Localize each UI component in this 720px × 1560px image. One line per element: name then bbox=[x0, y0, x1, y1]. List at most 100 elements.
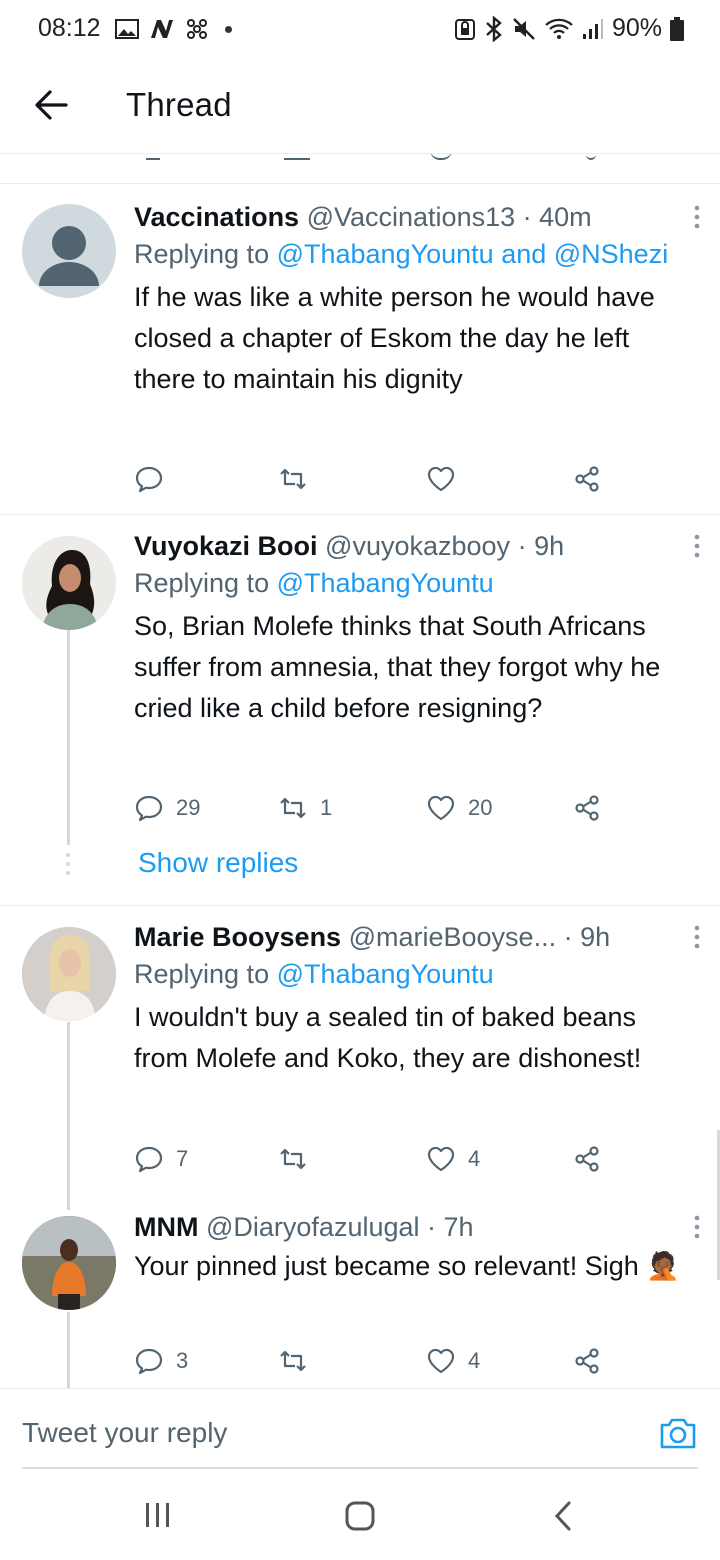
avatar[interactable] bbox=[22, 927, 116, 1021]
tweet-text: Your pinned just became so relevant! Sig… bbox=[134, 1251, 680, 1281]
author-handle[interactable]: @Vaccinations13 bbox=[307, 202, 516, 232]
recent-apps-icon bbox=[146, 1503, 169, 1527]
arrow-left-icon bbox=[35, 90, 68, 120]
wifi-icon bbox=[545, 18, 573, 39]
retweet-button[interactable]: 1 bbox=[278, 793, 332, 823]
share-button[interactable] bbox=[572, 1346, 602, 1376]
mention-link[interactable]: @ThabangYountu bbox=[277, 959, 494, 989]
default-avatar-icon bbox=[39, 226, 99, 286]
more-options-icon[interactable] bbox=[692, 1214, 702, 1240]
replying-to: Replying to @ThabangYountu and @NShezi bbox=[134, 239, 669, 269]
avatar[interactable] bbox=[22, 536, 116, 630]
back-nav-button[interactable] bbox=[552, 1500, 574, 1537]
back-button[interactable] bbox=[30, 84, 72, 126]
facepalm-emoji: 🤦🏾 bbox=[646, 1251, 680, 1281]
author-handle[interactable]: @vuyokazbooy bbox=[325, 531, 510, 561]
status-bar: 08:12 90% bbox=[0, 0, 720, 58]
tweet-card[interactable]: Vaccinations @Vaccinations13 · 40m Reply… bbox=[0, 184, 720, 514]
author-handle[interactable]: @Diaryofazulugal bbox=[206, 1212, 420, 1242]
tweet-header: Marie Booysens @marieBooyse... · 9h bbox=[134, 920, 680, 954]
reply-icon bbox=[135, 1348, 163, 1375]
n-icon bbox=[151, 20, 173, 38]
camera-button[interactable] bbox=[658, 1413, 698, 1453]
author-name[interactable]: Marie Booysens bbox=[134, 922, 341, 952]
recent-apps-button[interactable] bbox=[144, 1500, 172, 1535]
reply-count: 29 bbox=[176, 795, 201, 820]
profile-photo bbox=[22, 927, 116, 1021]
reply-composer: Tweet your reply bbox=[0, 1388, 720, 1469]
tweet-header: Vuyokazi Booi @vuyokazbooy · 9h bbox=[134, 529, 680, 563]
heart-icon bbox=[427, 1348, 455, 1374]
share-button[interactable] bbox=[572, 1144, 602, 1174]
retweet-button[interactable] bbox=[278, 464, 320, 494]
reply-button[interactable]: 7 bbox=[134, 1144, 188, 1174]
more-options-icon[interactable] bbox=[692, 924, 702, 950]
heart-icon bbox=[427, 795, 455, 821]
more-options-icon[interactable] bbox=[692, 533, 702, 559]
tweet-header: Vaccinations @Vaccinations13 · 40m bbox=[134, 200, 680, 234]
author-handle[interactable]: @marieBooyse... bbox=[349, 922, 556, 952]
author-name[interactable]: Vaccinations bbox=[134, 202, 299, 232]
retweet-icon bbox=[280, 468, 306, 490]
signal-icon bbox=[582, 18, 603, 39]
reply-button[interactable] bbox=[134, 464, 176, 494]
like-count: 4 bbox=[468, 1146, 481, 1171]
tweet-card[interactable]: Vuyokazi Booi @vuyokazbooy · 9h Replying… bbox=[0, 515, 720, 905]
replying-to: Replying to @ThabangYountu bbox=[134, 959, 494, 989]
share-icon bbox=[586, 154, 596, 160]
mention-link[interactable]: @ThabangYountu and @NShezi bbox=[277, 239, 669, 269]
share-button[interactable] bbox=[572, 464, 602, 494]
share-icon bbox=[575, 1348, 599, 1374]
heart-icon bbox=[427, 466, 455, 492]
tweet-actions: 29 1 20 bbox=[134, 793, 614, 833]
top-app-bar: Thread bbox=[0, 58, 720, 154]
tweet-time: · 7h bbox=[427, 1212, 474, 1242]
status-left-icons bbox=[115, 17, 232, 41]
retweet-icon bbox=[284, 154, 310, 160]
share-icon bbox=[575, 1146, 599, 1172]
retweet-button[interactable] bbox=[278, 1144, 320, 1174]
like-button[interactable]: 4 bbox=[426, 1144, 480, 1174]
mention-link[interactable]: @ThabangYountu bbox=[277, 568, 494, 598]
tweet-text: If he was like a white person he would h… bbox=[134, 282, 655, 394]
reply-icon bbox=[146, 154, 160, 160]
retweet-count: 1 bbox=[320, 795, 333, 820]
avatar[interactable] bbox=[22, 204, 116, 298]
author-name[interactable]: MNM bbox=[134, 1212, 198, 1242]
lock-icon bbox=[454, 18, 475, 40]
tweet-text: I wouldn't buy a sealed tin of baked bea… bbox=[134, 1002, 642, 1073]
share-icon bbox=[575, 795, 599, 821]
dot-icon bbox=[225, 25, 232, 33]
retweet-icon bbox=[280, 1148, 306, 1170]
reply-input[interactable]: Tweet your reply bbox=[22, 1417, 227, 1449]
author-name[interactable]: Vuyokazi Booi bbox=[134, 531, 318, 561]
show-replies-link[interactable]: Show replies bbox=[138, 847, 298, 879]
tweet-time: · 40m bbox=[522, 202, 592, 232]
tweet-actions: 7 4 bbox=[134, 1144, 614, 1184]
share-button[interactable] bbox=[572, 793, 602, 823]
like-count: 4 bbox=[468, 1348, 481, 1373]
battery-text: 90% bbox=[611, 14, 662, 42]
more-options-icon[interactable] bbox=[692, 204, 702, 230]
like-button[interactable] bbox=[426, 464, 468, 494]
share-icon bbox=[575, 466, 599, 492]
tweet-time: · 9h bbox=[517, 531, 565, 561]
profile-photo bbox=[22, 1216, 116, 1310]
tweet-time: · 9h bbox=[563, 922, 611, 952]
tweet-actions bbox=[134, 464, 614, 504]
reply-button[interactable]: 3 bbox=[134, 1346, 188, 1376]
page-title: Thread bbox=[126, 86, 232, 123]
mute-icon bbox=[513, 17, 535, 40]
like-button[interactable]: 20 bbox=[426, 793, 492, 823]
reply-button[interactable]: 29 bbox=[134, 793, 200, 823]
like-button[interactable]: 4 bbox=[426, 1346, 480, 1376]
retweet-icon bbox=[280, 797, 306, 819]
chevron-left-icon bbox=[554, 1501, 571, 1531]
reply-icon bbox=[135, 1146, 163, 1173]
tweet-card[interactable]: MNM @Diaryofazulugal · 7h Your pinned ju… bbox=[0, 1198, 720, 1388]
home-button[interactable] bbox=[344, 1500, 376, 1537]
profile-photo bbox=[22, 536, 116, 630]
retweet-button[interactable] bbox=[278, 1346, 320, 1376]
avatar[interactable] bbox=[22, 1216, 116, 1310]
tweet-card[interactable]: Marie Booysens @marieBooyse... · 9h Repl… bbox=[0, 906, 720, 1196]
